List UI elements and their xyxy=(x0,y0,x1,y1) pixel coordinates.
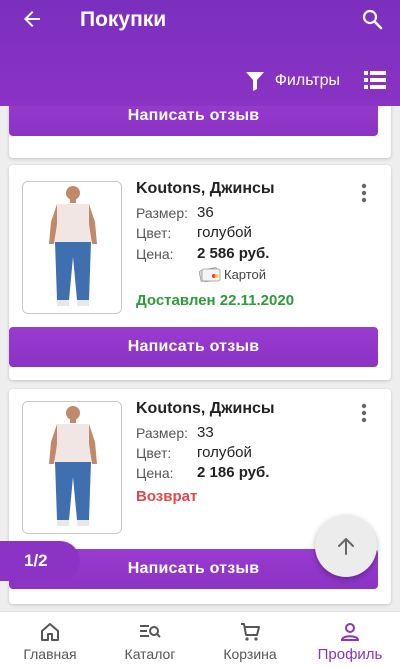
color-label: Цвет: xyxy=(136,445,172,461)
delivery-status: Доставлен 22.11.2020 xyxy=(136,292,295,309)
size-label: Размер: xyxy=(136,425,189,441)
jeans-model-image xyxy=(23,402,121,533)
order-card: Koutons, Джинсы Размер: 36 Цвет: голубой… xyxy=(9,165,391,380)
app-bar: Покупки Фильтры xyxy=(0,0,400,106)
arrow-up-icon xyxy=(338,538,354,555)
more-options-icon[interactable] xyxy=(361,183,367,203)
payment-label: Картой xyxy=(224,266,267,282)
color-value: голубой xyxy=(197,224,252,241)
price-label: Цена: xyxy=(136,246,174,262)
jeans-model-image xyxy=(23,182,121,313)
color-label: Цвет: xyxy=(136,225,172,241)
nav-home-label: Главная xyxy=(23,646,77,662)
write-review-button[interactable]: Написать отзыв xyxy=(9,106,378,136)
return-status: Возврат xyxy=(136,488,198,505)
filters-button[interactable]: Фильтры xyxy=(245,68,340,94)
home-icon xyxy=(41,623,59,641)
size-label: Размер: xyxy=(136,205,189,221)
nav-catalog-label: Каталог xyxy=(124,646,176,662)
more-options-icon[interactable] xyxy=(361,403,367,423)
cart-icon xyxy=(241,623,260,641)
card-payment-icon xyxy=(199,267,221,282)
nav-profile[interactable]: Профиль xyxy=(300,612,400,667)
size-value: 36 xyxy=(197,204,214,221)
profile-icon xyxy=(340,623,360,641)
nav-cart[interactable]: Корзина xyxy=(200,612,300,667)
catalog-search-icon xyxy=(140,625,161,638)
product-name[interactable]: Koutons, Джинсы xyxy=(136,180,275,198)
product-image[interactable] xyxy=(22,181,122,314)
back-arrow-icon[interactable] xyxy=(20,7,44,31)
product-name[interactable]: Koutons, Джинсы xyxy=(136,400,275,418)
color-value: голубой xyxy=(197,444,252,461)
nav-home[interactable]: Главная xyxy=(0,612,100,667)
nav-cart-label: Корзина xyxy=(223,646,277,662)
payment-method: Картой xyxy=(199,266,266,282)
scroll-to-top-button[interactable] xyxy=(315,515,377,577)
filters-label: Фильтры xyxy=(274,72,340,89)
filter-icon xyxy=(245,72,264,91)
size-value: 33 xyxy=(197,424,214,441)
price-label: Цена: xyxy=(136,465,174,481)
search-icon[interactable] xyxy=(360,7,384,31)
list-view-icon[interactable] xyxy=(364,70,386,90)
write-review-button[interactable]: Написать отзыв xyxy=(9,327,378,367)
order-card: Написать отзыв xyxy=(9,106,391,158)
page-title: Покупки xyxy=(80,8,167,31)
price-value: 2 186 руб. xyxy=(197,464,270,481)
bottom-navigation: Главная Каталог Корзина Профиль xyxy=(0,611,400,667)
nav-profile-label: Профиль xyxy=(317,646,383,663)
nav-catalog[interactable]: Каталог xyxy=(100,612,200,667)
page-indicator: 1/2 xyxy=(0,541,80,581)
product-image[interactable] xyxy=(22,401,122,534)
price-value: 2 586 руб. xyxy=(197,245,270,262)
